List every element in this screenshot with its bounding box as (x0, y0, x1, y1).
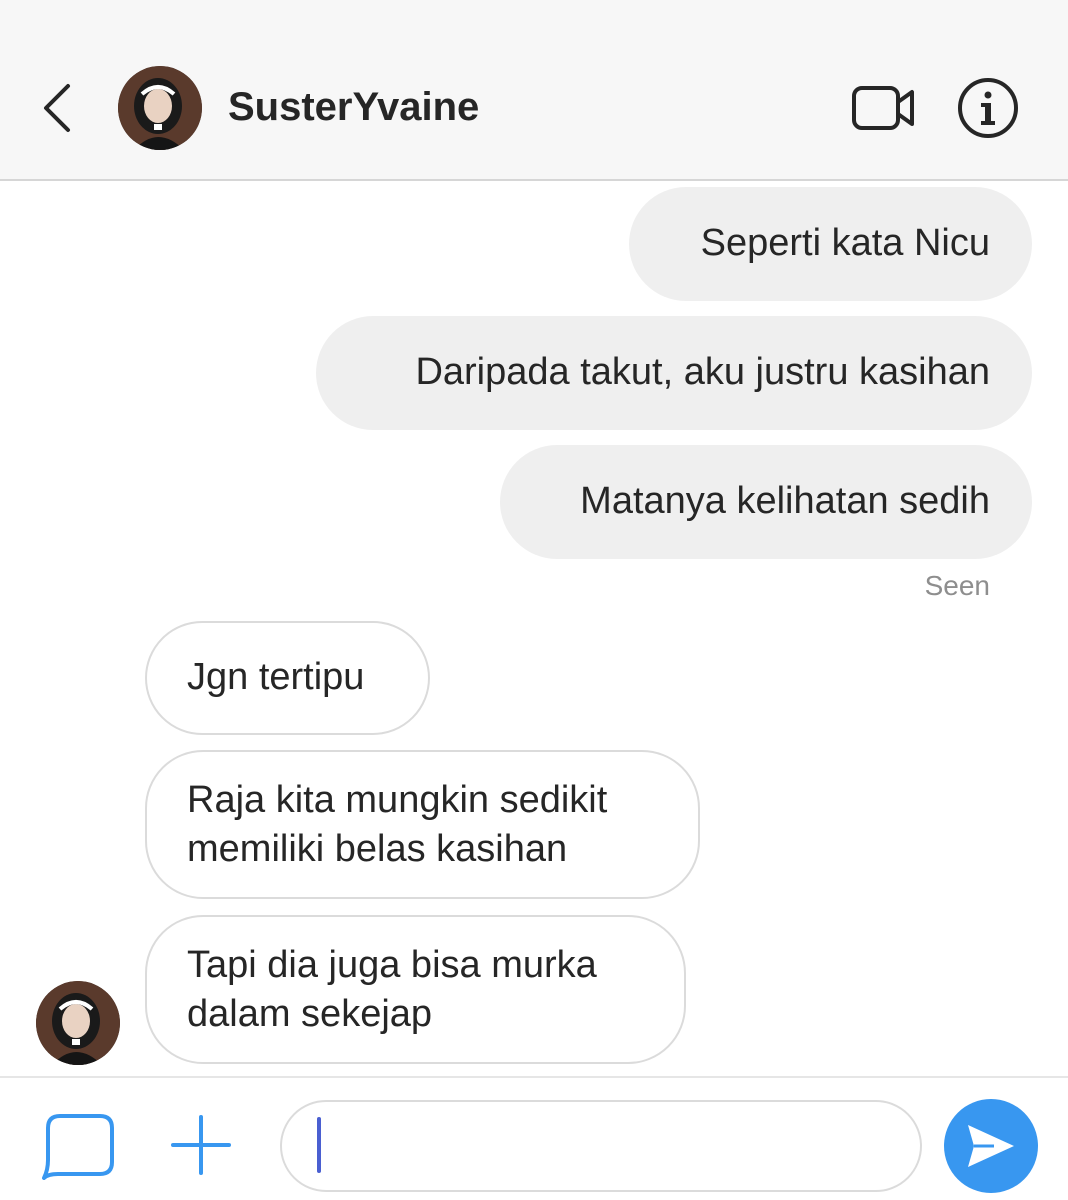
chevron-left-icon (44, 84, 70, 132)
chat-bubble-icon (42, 1114, 114, 1180)
text-cursor (317, 1117, 321, 1173)
message-line: Jgn tertipu (187, 656, 365, 698)
video-call-button[interactable] (850, 80, 920, 136)
profile-photo (118, 66, 202, 150)
info-button[interactable] (956, 76, 1020, 140)
message-line: dalam sekejap (187, 993, 433, 1035)
profile-photo (36, 981, 120, 1065)
avatar[interactable] (118, 66, 202, 150)
video-camera-icon (852, 86, 914, 130)
seen-status: Seen (924, 570, 990, 601)
add-media-button[interactable] (170, 1114, 232, 1176)
info-icon (958, 78, 1018, 138)
incoming-message[interactable]: Jgn tertipu (145, 621, 430, 735)
outgoing-message[interactable]: Seperti kata Nicu (629, 187, 1032, 301)
sender-avatar[interactable] (36, 981, 120, 1065)
send-button[interactable] (944, 1099, 1038, 1193)
send-arrow-icon (968, 1125, 1014, 1167)
camera-button[interactable] (38, 1112, 118, 1180)
outgoing-message[interactable]: Daripada takut, aku justru kasihan (316, 316, 1032, 430)
chat-username[interactable]: SusterYvaine (228, 82, 479, 132)
message-line: Tapi dia juga bisa murka (187, 944, 597, 986)
message-input[interactable] (280, 1100, 922, 1192)
back-button[interactable] (38, 80, 78, 136)
message-line: memiliki belas kasihan (187, 828, 568, 870)
incoming-message[interactable]: Raja kita mungkin sedikit memiliki belas… (145, 750, 700, 899)
plus-icon (171, 1115, 231, 1175)
incoming-message[interactable]: Tapi dia juga bisa murka dalam sekejap (145, 915, 686, 1064)
outgoing-message[interactable]: Matanya kelihatan sedih (500, 445, 1032, 559)
chat-header: SusterYvaine (0, 0, 1068, 181)
message-line: Raja kita mungkin sedikit (187, 779, 608, 821)
